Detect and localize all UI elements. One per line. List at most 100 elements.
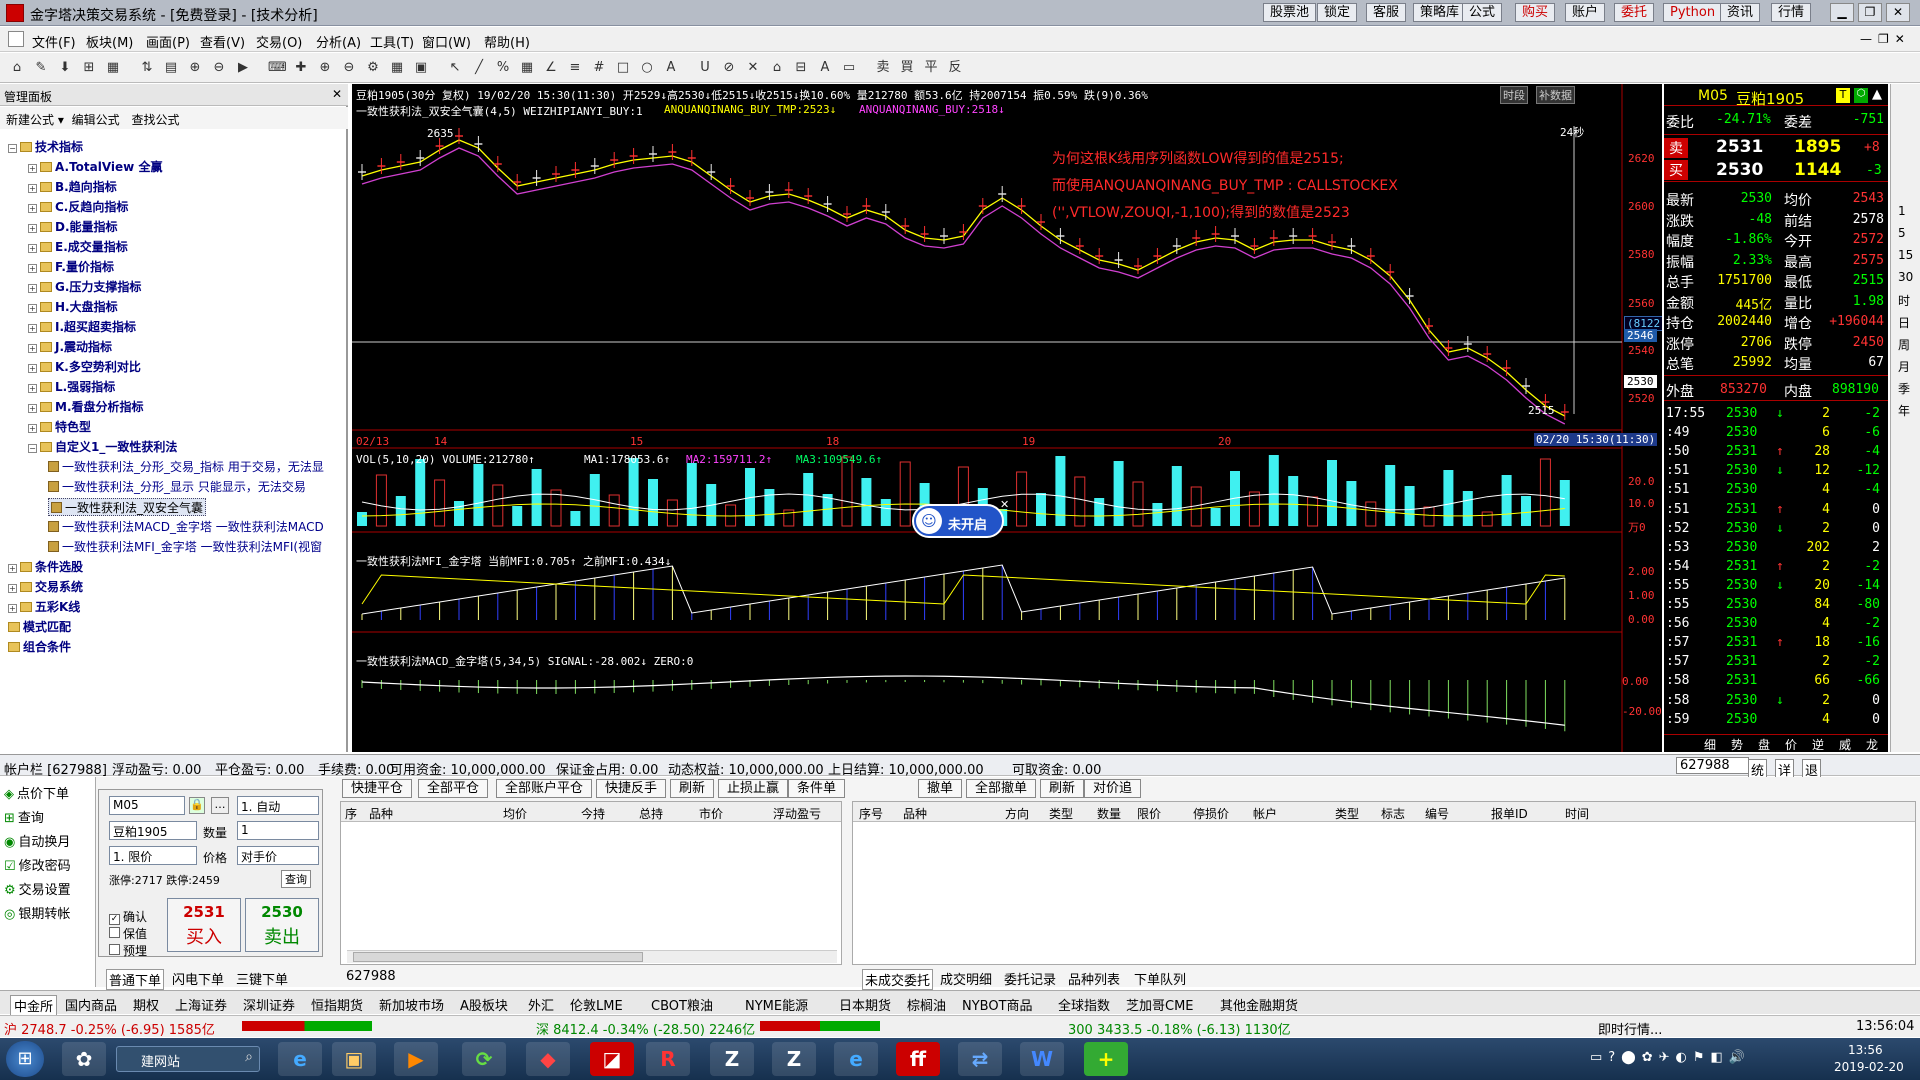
ff-app-icon[interactable]: ff <box>896 1042 940 1076</box>
tree-node[interactable]: + F.量价指标 <box>28 258 114 276</box>
order-btn-0[interactable]: 撤单 <box>918 779 963 798</box>
expand-icon[interactable]: + <box>28 224 37 233</box>
order-checkbox[interactable]: ✓ 确认 <box>109 908 147 925</box>
market-tab-6[interactable]: 新加坡市场 <box>379 995 444 1014</box>
edit-formula-button[interactable]: 编辑公式 <box>72 113 120 127</box>
market-tab-4[interactable]: 深圳证券 <box>243 995 295 1014</box>
tree-node[interactable]: + 条件选股 <box>8 558 83 576</box>
market-tab-9[interactable]: 伦敦LME <box>570 995 623 1014</box>
order-col-5[interactable]: 限价 <box>1137 805 1161 822</box>
trade-menu-item[interactable]: ◈ 点价下单 <box>4 783 69 802</box>
toolbar-icon-11[interactable]: ✚ <box>292 59 310 77</box>
position-btn-3[interactable]: 快捷反手 <box>596 779 667 798</box>
expand-icon[interactable]: + <box>8 564 17 573</box>
trade-menu-item[interactable]: ☑ 修改密码 <box>4 855 71 874</box>
market-tab-1[interactable]: 国内商品 <box>65 995 117 1014</box>
order-list-tab-4[interactable]: 下单队列 <box>1134 969 1186 988</box>
menu-item-3[interactable]: 查看(V) <box>200 32 245 51</box>
order-col-9[interactable]: 标志 <box>1381 805 1405 822</box>
period-button-5[interactable]: 日 <box>1898 314 1910 331</box>
toolbar-icon-5[interactable]: ⇅ <box>138 59 156 77</box>
expand-icon[interactable]: + <box>28 264 37 273</box>
tree-node[interactable]: + J.震动指标 <box>28 338 112 356</box>
toolbar-icon-6[interactable]: ▤ <box>162 59 180 77</box>
tree-node[interactable]: − 自定义1_一致性获利法 <box>28 438 177 456</box>
buy-price[interactable]: 2530 <box>1716 160 1763 180</box>
expand-icon[interactable]: + <box>28 344 37 353</box>
start-button[interactable]: ⊞ <box>6 1041 44 1077</box>
tree-node[interactable]: + 五彩K线 <box>8 598 80 616</box>
position-col-4[interactable]: 总持 <box>639 805 663 822</box>
order-col-0[interactable]: 序号 <box>859 805 883 822</box>
trade-menu-item[interactable]: ◉ 自动换月 <box>4 831 70 850</box>
restore-button[interactable]: ❐ <box>1858 3 1882 22</box>
market-tab-7[interactable]: A股板块 <box>460 995 508 1014</box>
sell-price[interactable]: 2531 <box>1716 137 1763 157</box>
toolbar-icon-37[interactable]: 反 <box>946 59 964 77</box>
position-col-1[interactable]: 品种 <box>369 805 393 822</box>
tree-node[interactable]: + C.反趋向指标 <box>28 198 128 216</box>
more-button[interactable]: … <box>211 797 229 814</box>
toolbar-icon-21[interactable]: ∠ <box>542 59 560 77</box>
position-btn-6[interactable]: 条件单 <box>788 779 846 798</box>
market-tab-13[interactable]: 棕榈油 <box>907 995 946 1014</box>
tree-node[interactable]: + L.强弱指标 <box>28 378 115 396</box>
order-col-2[interactable]: 方向 <box>1005 805 1029 822</box>
order-btn-3[interactable]: 对价追 <box>1084 779 1142 798</box>
price-input[interactable]: 对手价 <box>237 846 319 865</box>
chart-area[interactable]: 豆粕1905(30分 复权) 19/02/20 15:30(11:30) 开25… <box>352 84 1662 752</box>
find-formula-button[interactable]: 查找公式 <box>132 113 180 127</box>
ie-icon-2[interactable]: e <box>834 1042 878 1076</box>
menu-item-7[interactable]: 窗口(W) <box>422 32 471 51</box>
position-col-5[interactable]: 市价 <box>699 805 723 822</box>
quote-t-badge[interactable]: T <box>1836 88 1850 103</box>
toolbar-icon-24[interactable]: □ <box>614 59 632 77</box>
menu-item-6[interactable]: 工具(T) <box>370 32 414 51</box>
order-btn-1[interactable]: 全部撤单 <box>966 779 1037 798</box>
menu-item-4[interactable]: 交易(O) <box>256 32 302 51</box>
menu-item-5[interactable]: 分析(A) <box>316 32 361 51</box>
order-col-3[interactable]: 类型 <box>1049 805 1073 822</box>
period-button-3[interactable]: 30 <box>1898 270 1913 284</box>
popup-close-icon[interactable]: ✕ <box>1000 498 1009 511</box>
live-quote-button[interactable]: 即时行情... <box>1598 1019 1662 1038</box>
quantity-input[interactable]: 1 <box>237 821 319 840</box>
market-tab-12[interactable]: 日本期货 <box>839 995 891 1014</box>
quote-up-icon[interactable]: ▲ <box>1872 87 1882 102</box>
period-button-0[interactable]: 1 <box>1898 204 1906 218</box>
expand-icon[interactable]: + <box>8 604 17 613</box>
order-col-10[interactable]: 编号 <box>1425 805 1449 822</box>
quote-tab-5[interactable]: 威 <box>1839 736 1851 752</box>
toolbar-icon-19[interactable]: % <box>494 59 512 77</box>
tree-node[interactable]: 一致性获利法MFI_金字塔 一致性获利法MFI(视窗 <box>48 538 322 556</box>
teamviewer-icon[interactable]: ⇄ <box>958 1042 1002 1076</box>
z-app-icon-2[interactable]: Z <box>772 1042 816 1076</box>
toolbar-icon-33[interactable]: ▭ <box>840 59 858 77</box>
minimize-button[interactable]: ▁ <box>1830 3 1854 22</box>
tree-node[interactable]: + G.压力支撑指标 <box>28 278 141 296</box>
tree-node[interactable]: + M.看盘分析指标 <box>28 398 144 416</box>
tree-node[interactable]: − 技术指标 <box>8 138 83 156</box>
toolbar-icon-12[interactable]: ⊕ <box>316 59 334 77</box>
tree-node[interactable]: + 交易系统 <box>8 578 83 596</box>
fill-data-button[interactable]: 补数据 <box>1536 86 1575 104</box>
trade-menu-item[interactable]: ⚙ 交易设置 <box>4 879 71 898</box>
sell-button[interactable]: 2530 卖出 <box>245 898 319 952</box>
expand-icon[interactable]: + <box>28 164 37 173</box>
toolbar-icon-14[interactable]: ⚙ <box>364 59 382 77</box>
market-tab-14[interactable]: NYBOT商品 <box>962 995 1033 1014</box>
expand-icon[interactable]: + <box>28 184 37 193</box>
toolbar-icon-10[interactable]: ⌨ <box>268 59 287 77</box>
tree-node[interactable]: + D.能量指标 <box>28 218 118 236</box>
tree-node[interactable]: 一致性获利法_分形_交易_指标 用于交易，无法显 <box>48 458 324 476</box>
order-col-6[interactable]: 停损价 <box>1193 805 1229 822</box>
title-button-10[interactable]: 行情 <box>1771 3 1812 22</box>
order-col-11[interactable]: 报单ID <box>1491 805 1528 822</box>
order-btn-2[interactable]: 刷新 <box>1040 779 1085 798</box>
market-tab-2[interactable]: 期权 <box>133 995 159 1014</box>
toolbar-icon-31[interactable]: ⊟ <box>792 59 810 77</box>
order-tab-2[interactable]: 三键下单 <box>236 969 288 988</box>
toolbar-icon-4[interactable]: ▦ <box>104 59 122 77</box>
title-button-7[interactable]: 委托 <box>1614 3 1655 22</box>
lock-icon[interactable]: 🔒 <box>189 797 205 814</box>
